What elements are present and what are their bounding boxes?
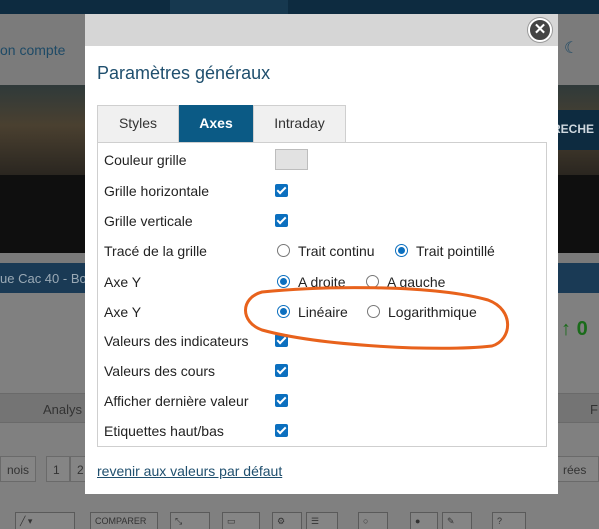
tab-analysis: Analys [43, 402, 83, 417]
dialog-title: Paramètres généraux [97, 63, 271, 83]
dotted-line-radio[interactable] [395, 244, 408, 257]
indicator-values-label: Valeurs des indicateurs [104, 333, 249, 349]
grid-horizontal-label: Grille horizontale [104, 183, 210, 199]
fullscreen-icon: ⤡ [170, 512, 210, 529]
axis-right-radio[interactable] [277, 275, 290, 288]
axis-scale-label: Axe Y [104, 304, 142, 320]
drop-icon: ● [410, 512, 438, 529]
axis-right-label: A droite [298, 274, 346, 290]
tab-styles[interactable]: Styles [97, 105, 179, 142]
frame-icon: ▭ [222, 512, 260, 529]
pen-icon: ✎ [442, 512, 472, 529]
grid-vertical-checkbox[interactable] [275, 214, 288, 227]
settings-dialog: ✕ Paramètres généraux Styles Axes Intrad… [85, 14, 558, 494]
tab-intraday[interactable]: Intraday [253, 105, 346, 142]
top-navigation-bar [0, 0, 599, 14]
tab-axes[interactable]: Axes [179, 105, 253, 142]
moon-icon: ☾ [564, 40, 579, 57]
high-low-labels-label: Etiquettes haut/bas [104, 423, 224, 439]
price-values-checkbox[interactable] [275, 364, 288, 377]
grid-vertical-label: Grille verticale [104, 213, 193, 229]
reset-defaults-link[interactable]: revenir aux valeurs par défaut [97, 463, 282, 479]
dotted-line-label: Trait pointillé [416, 243, 495, 259]
last-value-checkbox[interactable] [275, 394, 288, 407]
high-low-labels-checkbox[interactable] [275, 424, 288, 437]
last-value-label: Afficher dernière valeur [104, 393, 249, 409]
axis-left-radio[interactable] [366, 275, 379, 288]
grid-style-label: Tracé de la grille [104, 243, 207, 259]
compare-button: COMPARER [90, 512, 158, 529]
linear-label: Linéaire [298, 304, 348, 320]
help-icon: ? [492, 512, 526, 529]
logarithmic-label: Logarithmique [388, 304, 477, 320]
pager-period: nois [0, 456, 36, 482]
logarithmic-radio[interactable] [367, 305, 380, 318]
solid-line-radio[interactable] [277, 244, 290, 257]
nav-item-active [170, 0, 288, 14]
pager-page-1: 1 [46, 456, 70, 482]
grid-color-label: Couleur grille [104, 152, 187, 168]
axes-settings-panel: Couleur grille Grille horizontale Grille… [97, 142, 547, 447]
price-values-label: Valeurs des cours [104, 363, 216, 379]
axis-left-label: A gauche [387, 274, 446, 290]
arrow-up-icon: ↑ 0 [561, 318, 588, 340]
solid-line-label: Trait continu [298, 243, 375, 259]
tab-right: F [590, 402, 598, 417]
axis-side-label: Axe Y [104, 274, 142, 290]
close-icon[interactable]: ✕ [528, 18, 552, 42]
search-icon: ○ [358, 512, 388, 529]
dialog-header: ✕ [85, 14, 558, 46]
chart-toolbar: ╱ ▾ COMPARER ⤡ ▭ ⚙ ☰ ○ ● ✎ ? [0, 512, 599, 529]
list-icon: ☰ [306, 512, 338, 529]
gear-icon: ⚙ [272, 512, 302, 529]
account-link: on compte [0, 42, 66, 58]
stripe-text: ue Cac 40 - Bo [0, 271, 87, 286]
arrow-value: 0 [576, 318, 588, 340]
draw-tool-icon: ╱ ▾ [15, 512, 75, 529]
linear-radio[interactable] [277, 305, 290, 318]
pager-page-2: 2 [70, 456, 86, 482]
grid-horizontal-checkbox[interactable] [275, 184, 288, 197]
grid-color-swatch[interactable] [275, 149, 308, 170]
indicator-values-checkbox[interactable] [275, 334, 288, 347]
pager-right: rées [556, 456, 599, 482]
